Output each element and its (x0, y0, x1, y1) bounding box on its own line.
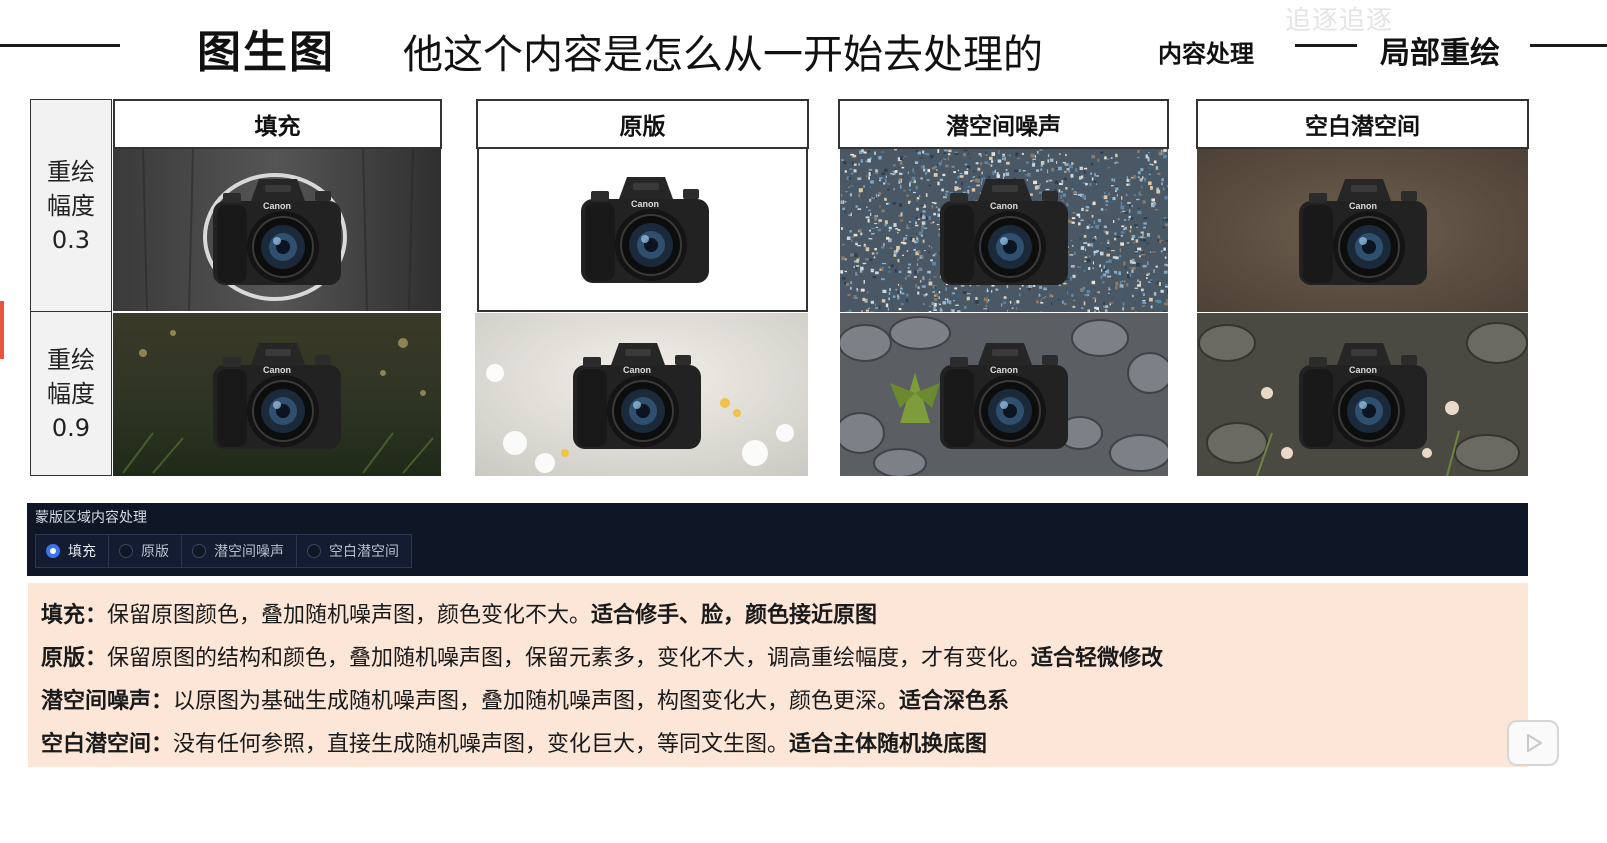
col-header-latent-noise: 潜空间噪声 (838, 99, 1169, 149)
desc-term: 填充： (41, 603, 108, 628)
camera-icon: Canon (1299, 343, 1427, 449)
desc-term: 空白潜空间： (41, 732, 174, 757)
radio-label: 潜空间噪声 (214, 544, 284, 560)
desc-text: 没有任何参照，直接生成随机噪声图，变化巨大，等同文生图。 (173, 732, 790, 757)
mask-content-panel: 蒙版区域内容处理 填充 原版 潜空间噪声 空白潜空间 (27, 503, 1528, 576)
radio-label: 空白潜空间 (329, 544, 399, 560)
image-original-low: Canon (477, 149, 808, 312)
desc-line-latent-nothing: 空白潜空间：没有任何参照，直接生成随机噪声图，变化巨大，等同文生图。适合主体随机… (41, 726, 987, 758)
row-label-line: 幅度 (47, 379, 95, 408)
image-fill-low: Canon (113, 149, 441, 311)
radio-icon (119, 544, 133, 558)
desc-highlight: 适合主体随机换底图 (789, 732, 988, 757)
camera-brand: Canon (623, 365, 651, 375)
header-rule-right (1530, 44, 1607, 47)
camera-icon: Canon (940, 343, 1068, 449)
radio-icon (192, 544, 206, 558)
radio-label: 原版 (141, 544, 169, 560)
panel-title: 蒙版区域内容处理 (35, 510, 147, 526)
desc-text: 保留原图颜色，叠加随机噪声图，颜色变化不大。 (107, 603, 592, 628)
image-latent-nothing-low: Canon (1197, 149, 1528, 312)
camera-brand: Canon (263, 201, 291, 211)
camera-icon: Canon (581, 177, 709, 283)
radio-icon (307, 544, 321, 558)
desc-highlight: 适合修手、脸，颜色接近原图 (591, 603, 878, 628)
camera-icon: Canon (213, 179, 341, 285)
image-latent-nothing-high: Canon (1197, 313, 1528, 476)
desc-text: 保留原图的结构和颜色，叠加随机噪声图，保留元素多，变化不大，调高重绘幅度，才有变… (107, 646, 1032, 671)
play-icon (1527, 734, 1542, 752)
row-label-line: 重绘 (47, 157, 95, 186)
camera-icon: Canon (1299, 179, 1427, 285)
col-header-latent-nothing: 空白潜空间 (1196, 99, 1529, 149)
row-label-value: 0.9 (51, 413, 91, 442)
header-rule-left (0, 44, 120, 47)
desc-line-latent-noise: 潜空间噪声：以原图为基础生成随机噪声图，叠加随机噪声图，构图变化大，颜色更深。适… (41, 683, 1009, 715)
col-header-fill: 填充 (113, 99, 442, 149)
play-button[interactable] (1507, 720, 1559, 766)
col-header-original: 原版 (476, 99, 809, 149)
inpaint-label: 局部重绘 (1380, 36, 1500, 71)
desc-highlight: 适合深色系 (899, 689, 1010, 714)
mask-content-radio-group: 填充 原版 潜空间噪声 空白潜空间 (35, 534, 412, 570)
row-label-value: 0.3 (51, 225, 91, 254)
row-label-line: 幅度 (47, 191, 95, 220)
camera-icon: Canon (573, 343, 701, 449)
row-label-denoise-high: 重绘 幅度 0.9 (30, 311, 112, 476)
radio-latent-nothing[interactable]: 空白潜空间 (296, 534, 412, 568)
image-original-high: Canon (475, 313, 808, 476)
camera-brand: Canon (1349, 201, 1377, 211)
camera-brand: Canon (263, 365, 291, 375)
page-subtitle: 他这个内容是怎么从一开始去处理的 (403, 32, 1043, 78)
row-label-denoise-low: 重绘 幅度 0.3 (30, 99, 112, 312)
radio-latent-noise[interactable]: 潜空间噪声 (181, 534, 297, 568)
row-label-line: 重绘 (47, 345, 95, 374)
image-latent-noise-low: Canon (840, 149, 1168, 312)
desc-line-fill: 填充：保留原图颜色，叠加随机噪声图，颜色变化不大。适合修手、脸，颜色接近原图 (41, 597, 877, 629)
desc-term: 潜空间噪声： (41, 689, 174, 714)
camera-icon: Canon (940, 179, 1068, 285)
desc-highlight: 适合轻微修改 (1031, 646, 1164, 671)
radio-label: 填充 (68, 544, 96, 560)
desc-text: 以原图为基础生成随机噪声图，叠加随机噪声图，构图变化大，颜色更深。 (173, 689, 900, 714)
camera-brand: Canon (990, 365, 1018, 375)
header-rule-mid (1295, 44, 1357, 47)
image-fill-high: Canon (113, 313, 441, 476)
desc-term: 原版： (41, 646, 108, 671)
side-indicator (0, 301, 4, 359)
radio-fill[interactable]: 填充 (35, 534, 109, 568)
camera-icon: Canon (213, 343, 341, 449)
camera-brand: Canon (631, 199, 659, 209)
image-latent-noise-high: Canon (840, 313, 1168, 476)
mask-content-label: 内容处理 (1158, 40, 1254, 68)
radio-selected-icon (46, 544, 60, 558)
description-box: 填充：保留原图颜色，叠加随机噪声图，颜色变化不大。适合修手、脸，颜色接近原图 原… (28, 583, 1528, 767)
camera-brand: Canon (990, 201, 1018, 211)
watermark: 追逐追逐 (1285, 6, 1394, 36)
camera-brand: Canon (1349, 365, 1377, 375)
page-title: 图生图 (197, 27, 335, 78)
desc-line-original: 原版：保留原图的结构和颜色，叠加随机噪声图，保留元素多，变化不大，调高重绘幅度，… (41, 640, 1163, 672)
radio-original[interactable]: 原版 (108, 534, 182, 568)
